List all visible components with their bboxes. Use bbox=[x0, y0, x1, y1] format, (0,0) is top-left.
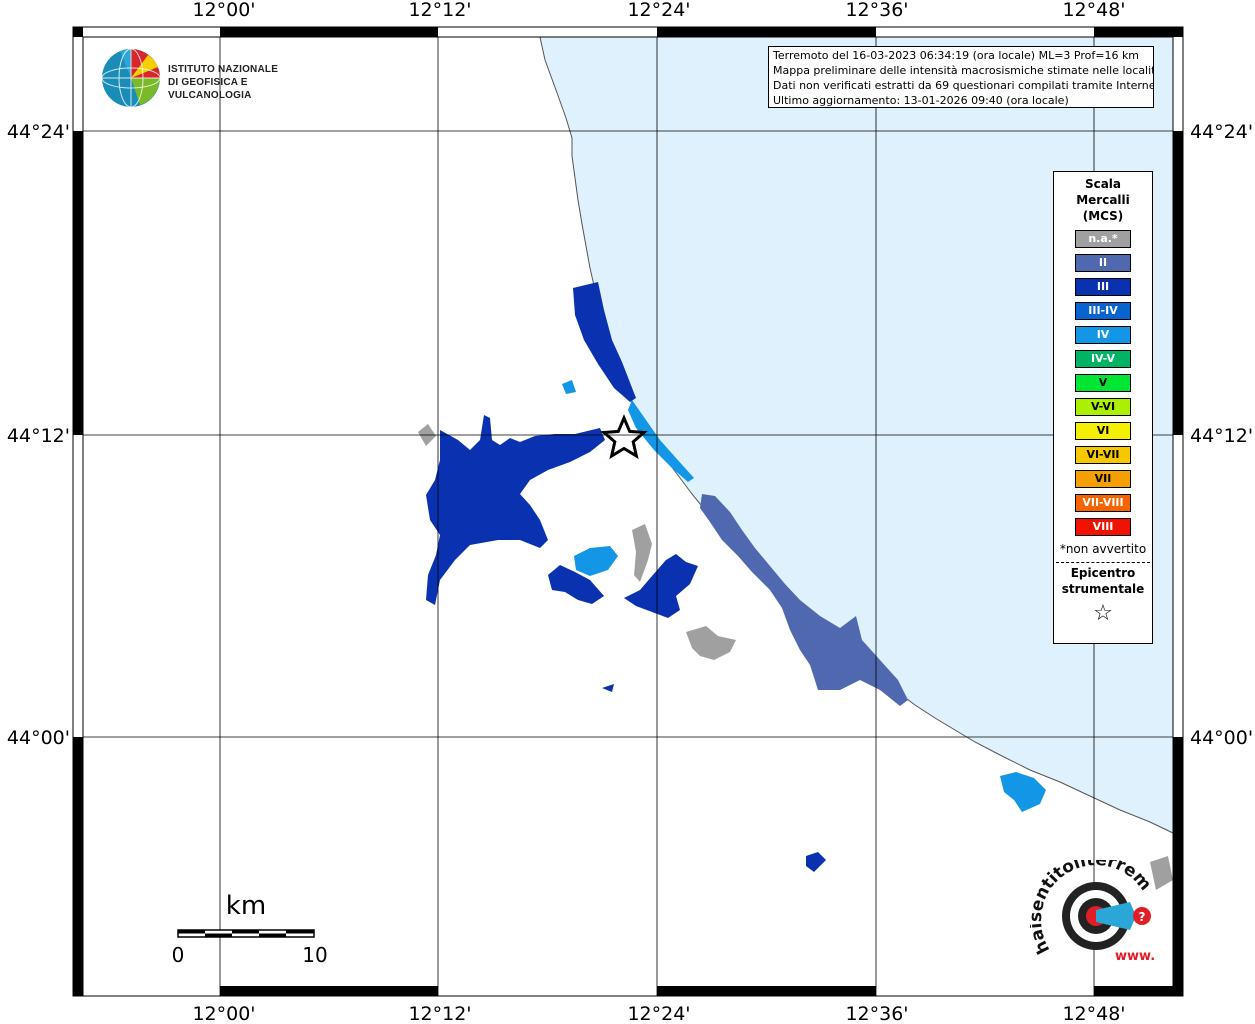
hst-www: www. bbox=[1115, 949, 1155, 964]
lon-label: 12°36' bbox=[845, 0, 908, 21]
legend-item: VII-VIII bbox=[1075, 494, 1131, 512]
legend-item: n.a.* bbox=[1075, 230, 1131, 248]
legend-item: VI bbox=[1075, 422, 1131, 440]
legend-title: Scala Mercalli (MCS) bbox=[1054, 176, 1152, 224]
lat-label: 44°24' bbox=[7, 121, 70, 143]
area-na-1 bbox=[632, 524, 652, 582]
lat-label: 44°24' bbox=[1190, 121, 1253, 143]
area-iii-dot2 bbox=[602, 684, 614, 692]
ingv-logo: ISTITUTO NAZIONALE DI GEOFISICA E VULCAN… bbox=[100, 47, 320, 109]
lat-labels-right: 44°24' 44°12' 44°00' bbox=[1190, 121, 1253, 749]
scale-unit: km bbox=[226, 891, 266, 921]
globe-icon bbox=[101, 48, 161, 108]
legend-item: IV bbox=[1075, 326, 1131, 344]
legend-item: III bbox=[1075, 278, 1131, 296]
mcs-legend: Scala Mercalli (MCS) n.a.* II III III-IV IV I… bbox=[1053, 171, 1153, 644]
legend-note: *non avvertito bbox=[1059, 542, 1147, 556]
lon-label: 12°12' bbox=[408, 0, 471, 21]
lon-label: 12°00' bbox=[192, 1003, 255, 1024]
lon-labels-bottom: 12°00' 12°12' 12°24' 12°36' 12°48' bbox=[192, 1003, 1125, 1024]
lat-label: 44°12' bbox=[7, 425, 70, 447]
ingv-name-line2: DI GEOFISICA E VULCANOLOGIA bbox=[168, 77, 252, 101]
area-na-2 bbox=[686, 626, 736, 660]
legend-epicenter: Epicentro strumentale bbox=[1054, 565, 1152, 597]
legend-item: VI-VII bbox=[1075, 446, 1131, 464]
lon-label: 12°36' bbox=[845, 1003, 908, 1024]
ingv-name-line1: ISTITUTO NAZIONALE bbox=[168, 64, 279, 75]
map-description: Mappa preliminare delle intensità macros… bbox=[773, 64, 1154, 77]
scale-max: 10 bbox=[302, 943, 327, 967]
legend-title-line: Scala bbox=[1084, 177, 1122, 191]
star-icon: ☆ bbox=[1093, 601, 1113, 626]
lon-label: 12°48' bbox=[1062, 1003, 1125, 1024]
legend-item: II bbox=[1075, 254, 1131, 272]
lon-label: 12°24' bbox=[627, 0, 690, 21]
svg-text:?: ? bbox=[1139, 910, 1146, 924]
event-line: Terremoto del 16-03-2023 06:34:19 (ora l… bbox=[773, 49, 1140, 62]
data-source-note: Dati non verificati estratti da 69 quest… bbox=[773, 79, 1154, 92]
legend-epicenter-line: Epicentro bbox=[1070, 566, 1136, 580]
lon-label: 12°24' bbox=[627, 1003, 690, 1024]
legend-item: V bbox=[1075, 374, 1131, 392]
lon-labels-top: 12°00' 12°12' 12°24' 12°36' 12°48' bbox=[192, 0, 1125, 21]
legend-item: VII bbox=[1075, 470, 1131, 488]
scale-bar: km 0 10 bbox=[170, 888, 330, 968]
area-iii-south bbox=[806, 852, 826, 872]
legend-item: VIII bbox=[1075, 518, 1131, 536]
lat-labels-left: 44°24' 44°12' 44°00' bbox=[7, 121, 70, 749]
lat-label: 44°12' bbox=[1190, 425, 1253, 447]
lon-label: 12°48' bbox=[1062, 0, 1125, 21]
legend-epicenter-line: strumentale bbox=[1061, 582, 1145, 596]
event-info-box: Terremoto del 16-03-2023 06:34:19 (ora l… bbox=[768, 46, 1154, 108]
lat-label: 44°00' bbox=[7, 727, 70, 749]
legend-items: n.a.* II III III-IV IV IV-V V V-VI VI VI-VII VII VI… bbox=[1054, 230, 1152, 536]
legend-item: IV-V bbox=[1075, 350, 1131, 368]
legend-title-line: Mercalli bbox=[1076, 193, 1130, 207]
lon-label: 12°00' bbox=[192, 0, 255, 21]
legend-item: V-VI bbox=[1075, 398, 1131, 416]
last-update: Ultimo aggiornamento: 13-01-2026 09:40 (… bbox=[773, 94, 1069, 107]
area-iv-gambettola bbox=[574, 546, 618, 576]
legend-item: III-IV bbox=[1075, 302, 1131, 320]
lat-label: 44°00' bbox=[1190, 727, 1253, 749]
legend-title-line: (MCS) bbox=[1082, 209, 1124, 223]
legend-separator bbox=[1056, 562, 1150, 563]
area-iii-dot1 bbox=[562, 380, 576, 394]
area-iv-pesaro bbox=[1000, 772, 1046, 812]
scale-min: 0 bbox=[172, 943, 185, 967]
lon-label: 12°12' bbox=[408, 1003, 471, 1024]
hst-logo: ? haisentitoilterremoto.it www. bbox=[1024, 845, 1180, 985]
